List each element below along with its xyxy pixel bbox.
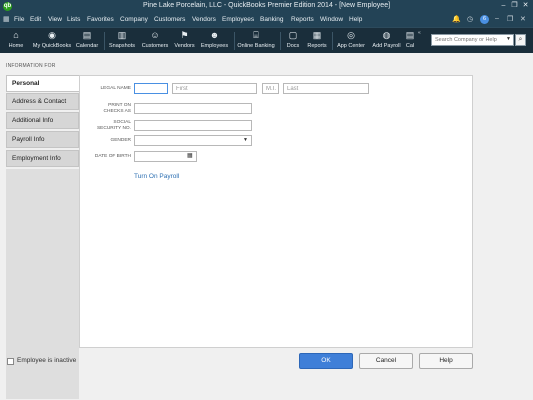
docs-icon: ▢ [288, 30, 298, 40]
toolbar-add-payroll[interactable]: ◍ Add Payroll [370, 30, 403, 49]
toolbar-separator [234, 32, 235, 50]
menu-window[interactable]: Window [320, 16, 343, 23]
reports-icon: ▦ [312, 30, 322, 40]
toolbar-snapshots[interactable]: ▥ Snapshots [107, 30, 137, 49]
menu-vendors[interactable]: Vendors [192, 16, 216, 23]
menu-reports[interactable]: Reports [291, 16, 314, 23]
menu-customers[interactable]: Customers [154, 16, 185, 23]
alerts-badge[interactable]: 6 [480, 15, 489, 24]
tab-additional-info[interactable]: Additional Info [6, 112, 79, 129]
first-name-field[interactable] [172, 83, 257, 94]
new-employee-form: INFORMATION FOR Personal Address & Conta… [0, 53, 533, 400]
legal-name-label: LEGAL NAME [100, 86, 131, 91]
add-payroll-icon: ◍ [382, 30, 391, 40]
restore-button[interactable]: ❐ [509, 1, 520, 11]
close-icon[interactable]: ✕ [520, 15, 526, 23]
window-title: Pine Lake Porcelain, LLC - QuickBooks Pr… [142, 2, 391, 9]
clock-icon[interactable]: ◷ [467, 15, 473, 23]
toolbar-employees[interactable]: ☻ Employees [199, 30, 230, 49]
tab-employment-info[interactable]: Employment Info [6, 150, 79, 167]
date-of-birth-label: DATE OF BIRTH [94, 154, 131, 159]
menu-banking[interactable]: Banking [260, 16, 284, 23]
information-for-label: INFORMATION FOR [6, 63, 56, 69]
print-on-checks-field[interactable] [134, 103, 252, 114]
salutation-field[interactable] [134, 83, 168, 94]
toolbar-my-quickbooks[interactable]: ◉ My QuickBooks [30, 30, 74, 49]
cancel-button[interactable]: Cancel [359, 353, 413, 369]
quickbooks-icon: ◉ [48, 30, 56, 40]
customers-icon: ☺ [150, 30, 160, 40]
toolbar-reports[interactable]: ▦ Reports [305, 30, 329, 49]
online-banking-icon: ⌸ [253, 30, 259, 40]
toolbar-separator [280, 32, 281, 50]
toolbar-docs[interactable]: ▢ Docs [284, 30, 302, 49]
icon-bar: ⌂ Home ◉ My QuickBooks ▤ Calendar ▥ Snap… [0, 27, 533, 53]
menu-help[interactable]: Help [349, 16, 362, 23]
toolbar-home[interactable]: ⌂ Home [5, 30, 27, 49]
home-icon: ⌂ [13, 30, 19, 40]
toolbar-online-banking[interactable]: ⌸ Online Banking [236, 30, 276, 49]
restore-icon[interactable]: ❐ [507, 15, 513, 23]
ssn-label: SOCIAL SECURITY NO. [96, 120, 131, 131]
turn-on-payroll-link[interactable]: Turn On Payroll [134, 173, 179, 180]
menu-favorites[interactable]: Favorites [87, 16, 114, 23]
toolbar-calendar[interactable]: ▤ Calendar [75, 30, 99, 49]
menu-employees[interactable]: Employees [222, 16, 254, 23]
toolbar-vendors[interactable]: ⚑ Vendors [171, 30, 198, 49]
tab-column-background [6, 169, 79, 399]
employee-inactive-label: Employee is inactive [17, 357, 77, 364]
chevron-down-icon: ▼ [243, 137, 248, 143]
title-bar: qb Pine Lake Porcelain, LLC - QuickBooks… [0, 0, 533, 13]
bell-icon[interactable]: 🔔 [452, 15, 461, 23]
snapshots-icon: ▥ [117, 30, 127, 40]
toolbar-customers[interactable]: ☺ Customers [140, 30, 170, 49]
toolbar-separator [104, 32, 105, 50]
personal-panel: LEGAL NAME PRINT ON CHECKS AS SOCIAL SEC… [79, 75, 473, 348]
middle-initial-field[interactable] [262, 83, 279, 94]
collapse-toolbar-icon[interactable]: « [418, 30, 421, 36]
toolbar-separator [332, 32, 333, 50]
minimize-button[interactable]: – [498, 1, 509, 11]
search-box[interactable]: ▼ [431, 34, 514, 46]
calendar-icon[interactable]: ▦ [187, 153, 194, 160]
calendar-icon: ▤ [82, 30, 92, 40]
tab-payroll-info[interactable]: Payroll Info [6, 131, 79, 148]
menu-file[interactable]: File [14, 16, 24, 23]
vendors-icon: ⚑ [180, 30, 189, 40]
search-icon: ⌕ [518, 36, 523, 43]
menu-company[interactable]: Company [120, 16, 148, 23]
ssn-field[interactable] [134, 120, 252, 131]
menu-edit[interactable]: Edit [30, 16, 41, 23]
search-button[interactable]: ⌕ [515, 34, 526, 46]
app-menu-icon[interactable]: ▦ [3, 15, 10, 23]
date-of-birth-field[interactable]: ▦ [134, 151, 197, 162]
print-on-checks-label: PRINT ON CHECKS AS [103, 103, 131, 114]
last-name-field[interactable] [283, 83, 369, 94]
cal-icon: ▤ [405, 30, 415, 40]
close-button[interactable]: ✕ [520, 1, 531, 11]
tab-address-contact[interactable]: Address & Contact [6, 93, 79, 110]
minimize-icon[interactable]: – [495, 15, 499, 22]
search-input[interactable] [432, 35, 502, 45]
employee-inactive-checkbox[interactable] [7, 358, 14, 365]
gender-label: GENDER [110, 138, 131, 143]
employees-icon: ☻ [209, 30, 220, 40]
chevron-down-icon[interactable]: ▼ [506, 36, 511, 42]
toolbar-app-center[interactable]: ◎ App Center [335, 30, 367, 49]
app-center-icon: ◎ [347, 30, 355, 40]
gender-select[interactable]: ▼ [134, 135, 252, 146]
tab-personal[interactable]: Personal [6, 75, 80, 92]
menu-lists[interactable]: Lists [67, 16, 80, 23]
menu-view[interactable]: View [48, 16, 62, 23]
ok-button[interactable]: OK [299, 353, 353, 369]
help-button[interactable]: Help [419, 353, 473, 369]
toolbar-cal[interactable]: ▤ Cal [404, 30, 416, 49]
menu-bar: ▦ File Edit View Lists Favorites Company… [0, 13, 533, 27]
